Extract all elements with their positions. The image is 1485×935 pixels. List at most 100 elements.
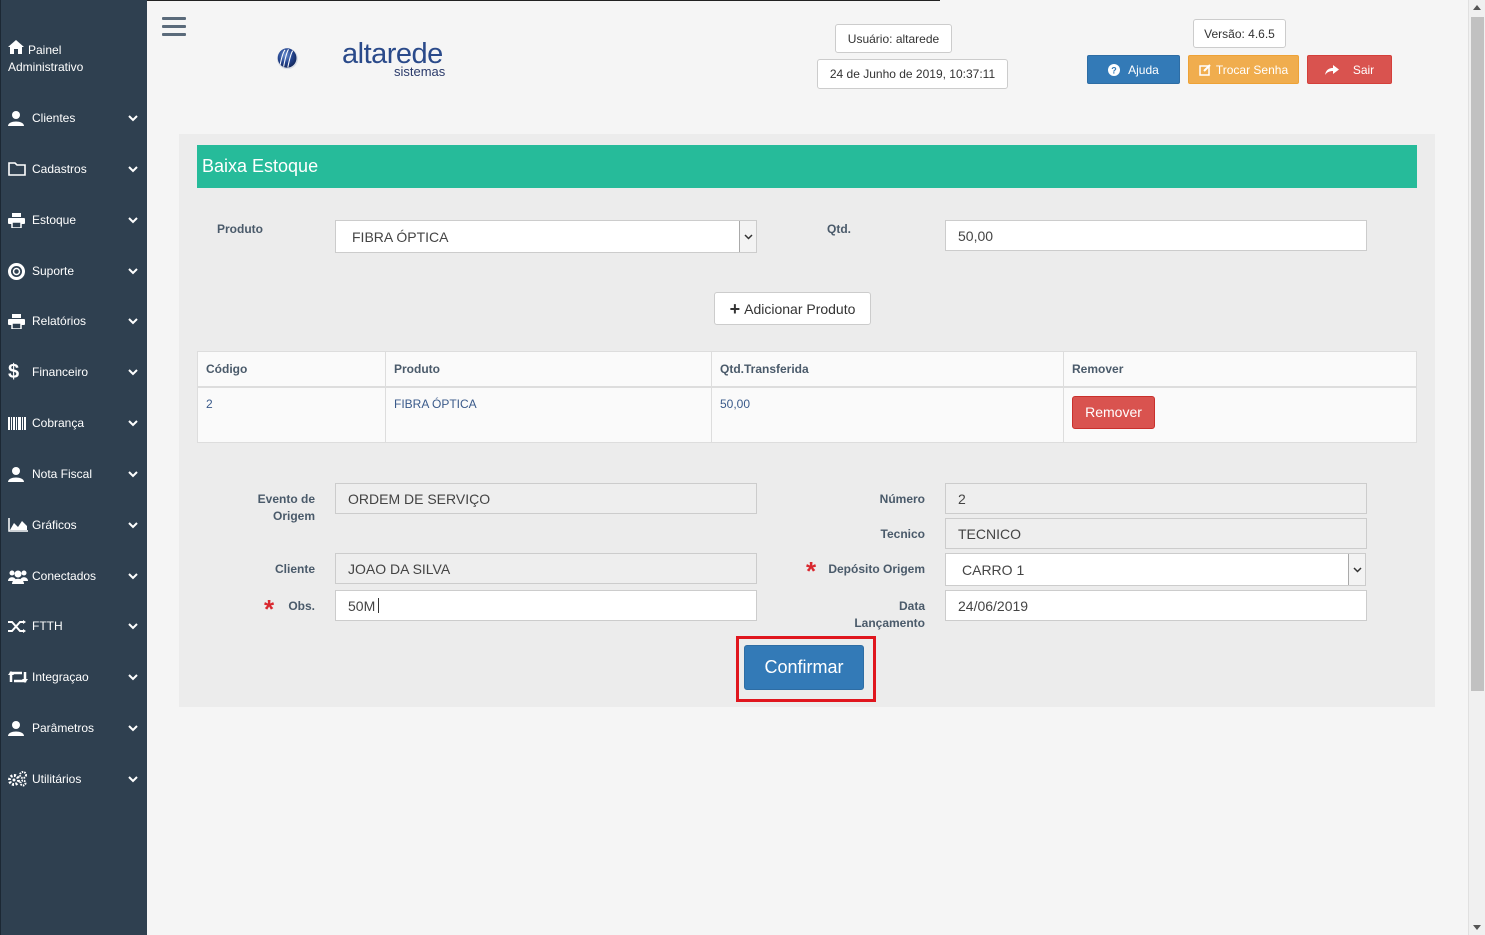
sidebar-item-relatorios[interactable]: Relatórios — [1, 304, 148, 338]
chevron-down-icon — [118, 569, 148, 583]
chevron-down-icon — [118, 416, 148, 430]
sidebar-item-parametros[interactable]: Parâmetros — [1, 711, 148, 745]
sidebar-item-nota-fiscal[interactable]: Nota Fiscal — [1, 457, 148, 491]
sidebar-item-ftth[interactable]: FTTH — [1, 609, 148, 643]
user-icon — [8, 720, 32, 736]
data-lancamento-label-line2: Lançamento — [854, 616, 925, 630]
scroll-up-arrow-icon[interactable] — [1473, 5, 1481, 10]
chevron-down-icon — [118, 314, 148, 328]
deposito-origem-select[interactable]: CARRO 1 — [945, 553, 1366, 586]
change-password-button[interactable]: Trocar Senha — [1188, 55, 1299, 84]
sidebar-item-label: Parâmetros — [32, 721, 95, 735]
user-icon — [8, 466, 32, 482]
sidebar-item-cobranca[interactable]: Cobrança — [1, 406, 148, 440]
evento-origem-field: ORDEM DE SERVIÇO — [335, 483, 757, 514]
data-lancamento-input[interactable]: 24/06/2019 — [945, 590, 1367, 621]
chevron-down-icon — [118, 213, 148, 227]
obs-input-value: 50M — [348, 597, 376, 614]
deposito-origem-value: CARRO 1 — [962, 561, 1025, 578]
page-title: Baixa Estoque — [197, 145, 1417, 188]
obs-input[interactable]: 50M — [335, 590, 757, 621]
remove-button[interactable]: Remover — [1072, 395, 1155, 429]
chevron-down-icon — [118, 264, 148, 278]
numero-label: Número — [879, 492, 925, 506]
text-cursor — [378, 598, 380, 613]
sidebar-item-label: FTTH — [32, 619, 63, 633]
sidebar-item-estoque[interactable]: Estoque — [1, 203, 148, 237]
sidebar-item-clientes[interactable]: Clientes — [1, 101, 148, 135]
produto-select[interactable]: FIBRA ÓPTICA — [335, 220, 757, 253]
produto-select-value: FIBRA ÓPTICA — [352, 228, 449, 245]
vertical-scrollbar[interactable] — [1468, 0, 1485, 935]
sidebar-header-admin-panel[interactable]: Painel Administrativo — [1, 0, 147, 88]
deposito-origem-label: Depósito Origem — [828, 562, 925, 576]
evento-origem-label-line1: Evento de — [257, 492, 315, 506]
table-row: 2 FIBRA ÓPTICA 50,00 Remover — [197, 386, 1417, 443]
users-icon — [8, 569, 32, 584]
cell-produto: FIBRA ÓPTICA — [385, 386, 712, 443]
sidebar-item-conectados[interactable]: Conectados — [1, 559, 148, 593]
help-button[interactable]: ? Ajuda — [1087, 55, 1180, 84]
chevron-down-icon — [118, 721, 148, 735]
cogs-icon — [8, 771, 32, 787]
change-password-label: Trocar Senha — [1215, 62, 1289, 77]
datetime-label: 24 de Junho de 2019, 10:37:11 — [817, 59, 1008, 89]
plus-icon: + — [729, 298, 741, 319]
current-user-label: Usuário: altarede — [835, 24, 952, 53]
altarede-logo-icon — [277, 48, 298, 70]
chevron-down-icon — [118, 772, 148, 786]
shuffle-icon — [8, 619, 32, 633]
scroll-down-arrow-icon[interactable] — [1473, 925, 1481, 930]
numero-field: 2 — [945, 483, 1367, 514]
cliente-field: JOAO DA SILVA — [335, 553, 757, 584]
logout-button[interactable]: Sair — [1307, 55, 1392, 84]
obs-label: Obs. — [288, 599, 315, 613]
scrollbar-thumb[interactable] — [1471, 17, 1484, 691]
area-chart-icon — [8, 518, 32, 532]
sidebar: Painel Administrativo Clientes Cadastros… — [0, 0, 147, 935]
share-arrow-icon — [1324, 65, 1339, 75]
chevron-down-icon — [118, 162, 148, 176]
svg-text:?: ? — [1111, 65, 1117, 75]
menu-toggle-icon[interactable] — [162, 17, 186, 39]
add-product-button[interactable]: + Adicionar Produto — [714, 292, 871, 325]
question-circle-icon: ? — [1108, 63, 1121, 76]
logo-subtitle: sistemas — [394, 64, 446, 79]
sidebar-item-label: Estoque — [32, 213, 77, 227]
qtd-label: Qtd. — [827, 222, 851, 236]
chevron-down-icon — [118, 365, 148, 379]
evento-origem-label-line2: Origem — [272, 509, 315, 523]
dollar-icon: $ — [8, 360, 20, 383]
qtd-input[interactable]: 50,00 — [945, 220, 1367, 251]
products-table: Código Produto Qtd.Transferida Remover 2… — [197, 351, 1417, 443]
sidebar-item-label: Relatórios — [32, 314, 87, 328]
data-lancamento-label: Data Lançamento — [825, 598, 925, 632]
cell-qtd: 50,00 — [711, 386, 1064, 443]
help-button-label: Ajuda — [1128, 62, 1159, 77]
sidebar-item-financeiro[interactable]: $ Financeiro — [1, 355, 148, 389]
sidebar-item-graficos[interactable]: Gráficos — [1, 508, 148, 542]
sidebar-item-suporte[interactable]: Suporte — [1, 254, 148, 288]
chevron-down-icon — [118, 467, 148, 481]
chevron-down-icon — [1348, 554, 1365, 585]
tecnico-field: TECNICO — [945, 518, 1367, 549]
sidebar-item-label: Integraçao — [32, 670, 89, 684]
sidebar-item-label: Cobrança — [32, 416, 85, 430]
barcode-icon — [8, 416, 32, 430]
sidebar-item-label: Utilitários — [32, 772, 82, 786]
cell-codigo: 2 — [197, 386, 386, 443]
sidebar-header-line1: Painel — [28, 43, 62, 57]
data-lancamento-label-line1: Data — [898, 599, 925, 613]
chevron-down-icon — [118, 670, 148, 684]
cliente-label: Cliente — [274, 562, 315, 576]
column-header-qtd: Qtd.Transferida — [711, 351, 1064, 388]
sidebar-item-cadastros[interactable]: Cadastros — [1, 152, 148, 186]
sidebar-item-label: Nota Fiscal — [32, 467, 93, 481]
chevron-down-icon — [118, 518, 148, 532]
sidebar-item-integracao[interactable]: Integraçao — [1, 660, 148, 694]
add-product-label: Adicionar Produto — [744, 300, 856, 317]
sidebar-item-label: Cadastros — [32, 162, 87, 176]
confirm-button[interactable]: Confirmar — [744, 645, 864, 690]
edit-icon — [1199, 63, 1211, 76]
sidebar-item-utilitarios[interactable]: Utilitários — [1, 762, 148, 796]
